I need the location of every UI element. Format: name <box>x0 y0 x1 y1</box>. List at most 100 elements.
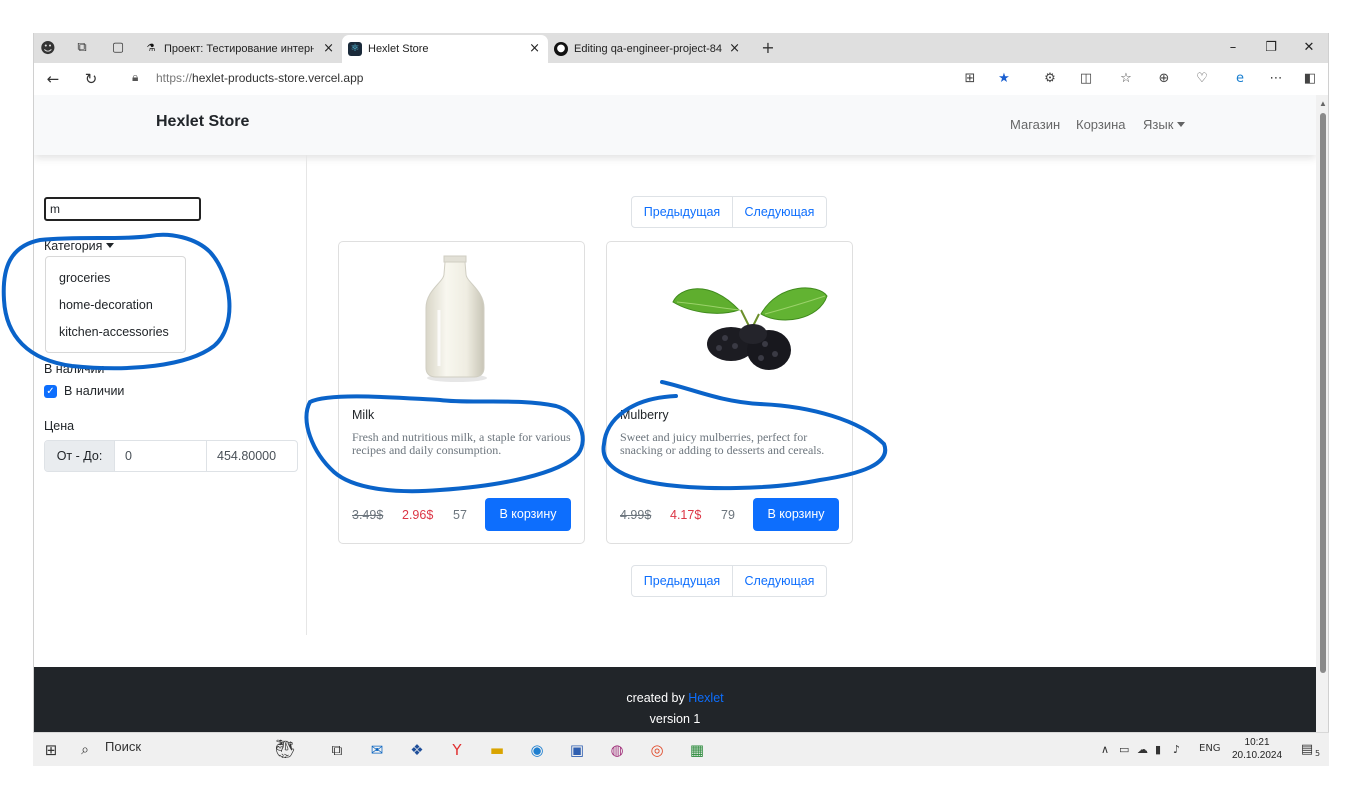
edge-icon[interactable]: e <box>1230 70 1250 88</box>
lock-icon: 🔒︎ <box>132 70 139 84</box>
prev-page-button[interactable]: Предыдущая <box>632 566 733 596</box>
hexlet-project-icon: ⚗ <box>146 43 156 54</box>
taskbar-search-label[interactable]: Поиск <box>105 739 141 754</box>
profile-avatar-icon[interactable]: ☻ <box>40 40 56 56</box>
favorite-star-icon[interactable]: ★ <box>994 70 1014 88</box>
price-to-input[interactable]: 454.80000 <box>207 441 297 471</box>
windows-start-icon[interactable]: ⊞ <box>39 738 63 762</box>
product-card: Mulberry Sweet and juicy mulberries, per… <box>606 241 853 544</box>
react-icon: ⚛ <box>348 42 362 56</box>
system-clock[interactable]: 10:21 20.10.2024 <box>1232 736 1282 762</box>
footer-created-by: created by <box>626 691 685 705</box>
onedrive-icon[interactable]: ☁ <box>1137 743 1148 756</box>
minimize-icon[interactable]: – <box>1214 33 1252 63</box>
collections-icon[interactable]: ⊕ <box>1154 70 1174 88</box>
close-tab-icon[interactable]: × <box>323 35 334 63</box>
split-screen-icon[interactable]: ◫ <box>1076 70 1096 88</box>
price-label: Цена <box>44 419 75 433</box>
chevron-down-icon <box>106 243 115 248</box>
category-dropdown-menu: groceries home-decoration kitchen-access… <box>45 256 186 353</box>
tab-github[interactable]: ● Editing qa-engineer-project-84/te × <box>548 35 748 63</box>
milk-bottle-image <box>425 255 487 382</box>
nav-shop-link[interactable]: Магазин <box>1010 117 1060 132</box>
immersive-reader-icon[interactable]: ⊞ <box>960 70 980 88</box>
category-label: Категория <box>44 239 103 253</box>
edge-browser-icon[interactable]: ◉ <box>525 738 549 762</box>
nav-language-dropdown[interactable]: Язык <box>1143 117 1186 132</box>
next-page-button[interactable]: Следующая <box>733 197 826 227</box>
chevron-down-icon <box>1177 122 1186 127</box>
category-dropdown-toggle[interactable]: Категория <box>44 239 115 253</box>
chrome-icon[interactable]: ◎ <box>645 738 669 762</box>
price-range-label: От - До: <box>45 441 115 471</box>
tab-actions-icon[interactable]: ▢ <box>110 40 126 56</box>
product-stock: 79 <box>721 508 735 522</box>
tab-title: Проект: Тестирование интернет <box>164 43 314 55</box>
product-name: Milk <box>352 408 375 422</box>
nav-cart-link[interactable]: Корзина <box>1076 117 1126 132</box>
pagination-bottom: Предыдущая Следующая <box>631 565 827 597</box>
brand-logo[interactable]: Hexlet Store <box>156 113 249 131</box>
prev-page-button[interactable]: Предыдущая <box>632 197 733 227</box>
yandex-browser-icon[interactable]: Y <box>445 738 469 762</box>
page-viewport: Hexlet Store Магазин Корзина Язык Катего… <box>34 95 1316 765</box>
scrollbar-thumb[interactable] <box>1320 113 1326 673</box>
workspaces-icon[interactable]: ⧉ <box>74 40 90 56</box>
page-scrollbar[interactable]: ▲ ▼ <box>1316 95 1328 765</box>
clock-date: 20.10.2024 <box>1232 750 1283 761</box>
close-window-icon[interactable]: ✕ <box>1290 33 1328 63</box>
price-from-input[interactable]: 0 <box>115 441 207 471</box>
file-explorer-icon[interactable]: ▬ <box>485 738 509 762</box>
sidebar-toggle-icon[interactable]: ◧ <box>1300 70 1320 88</box>
more-menu-icon[interactable]: ⋯ <box>1266 70 1286 88</box>
tab-project[interactable]: ⚗ Проект: Тестирование интернет × <box>138 35 342 63</box>
maximize-icon[interactable]: ❐ <box>1252 33 1290 63</box>
category-option-kitchen-accessories[interactable]: kitchen-accessories <box>59 325 169 339</box>
tab-title: Editing qa-engineer-project-84/te <box>574 43 722 55</box>
volume-icon[interactable]: ♪ <box>1173 743 1180 756</box>
category-option-groceries[interactable]: groceries <box>59 271 110 285</box>
notes-app-icon[interactable]: ▣ <box>565 738 589 762</box>
browser-essentials-icon[interactable]: ♡ <box>1192 70 1212 88</box>
add-to-cart-button[interactable]: В корзину <box>485 498 571 531</box>
product-name: Mulberry <box>620 408 669 422</box>
search-input[interactable] <box>44 197 201 221</box>
footer-author-link[interactable]: Hexlet <box>688 691 723 705</box>
url-field[interactable]: 🔒︎ https://hexlet-products-store.vercel.… <box>120 67 1024 91</box>
new-tab-button[interactable]: + <box>760 40 776 56</box>
refresh-icon[interactable]: ↻ <box>80 69 102 89</box>
add-to-cart-button[interactable]: В корзину <box>753 498 839 531</box>
scroll-up-icon[interactable]: ▲ <box>1319 99 1327 108</box>
product-price: 4.17$ <box>670 508 702 522</box>
favorites-icon[interactable]: ☆ <box>1116 70 1136 88</box>
address-bar: ← ↻ 🔒︎ https://hexlet-products-store.ver… <box>34 63 1328 95</box>
dropbox-icon[interactable]: ❖ <box>405 738 429 762</box>
close-tab-icon[interactable]: × <box>729 35 740 63</box>
tab-hexlet-store[interactable]: ⚛ Hexlet Store × <box>342 35 548 63</box>
tab-title: Hexlet Store <box>368 43 429 55</box>
outlook-icon[interactable]: ✉ <box>365 738 389 762</box>
availability-checkbox[interactable]: ✓ <box>44 385 57 398</box>
keyboard-language[interactable]: ENG <box>1199 743 1221 754</box>
extensions-icon[interactable]: ⚙ <box>1040 70 1060 88</box>
close-tab-icon[interactable]: × <box>529 35 540 63</box>
pagination-top: Предыдущая Следующая <box>631 196 827 228</box>
search-icon[interactable]: ⌕ <box>73 738 97 762</box>
product-price: 2.96$ <box>402 508 434 522</box>
task-view-icon[interactable]: ⧉ <box>325 738 349 762</box>
messenger-icon[interactable]: ◍ <box>605 738 629 762</box>
notification-count: 5 <box>1315 749 1321 758</box>
spreadsheet-app-icon[interactable]: ▦ <box>685 738 709 762</box>
next-page-button[interactable]: Следующая <box>733 566 826 596</box>
availability-checkbox-label[interactable]: В наличии <box>64 384 124 398</box>
nav-language-label: Язык <box>1143 117 1174 132</box>
tray-overflow-icon[interactable]: ∧ <box>1101 743 1109 756</box>
category-option-home-decoration[interactable]: home-decoration <box>59 298 153 312</box>
tray-device-icon[interactable]: ▭ <box>1119 743 1129 756</box>
back-icon[interactable]: ← <box>42 69 64 89</box>
product-stock: 57 <box>453 508 467 522</box>
site-navbar: Hexlet Store Магазин Корзина Язык <box>34 95 1316 155</box>
microphone-icon[interactable]: ▮ <box>1155 743 1161 756</box>
footer-credit: created by Hexlet <box>34 691 1316 705</box>
product-old-price: 4.99$ <box>620 508 652 522</box>
